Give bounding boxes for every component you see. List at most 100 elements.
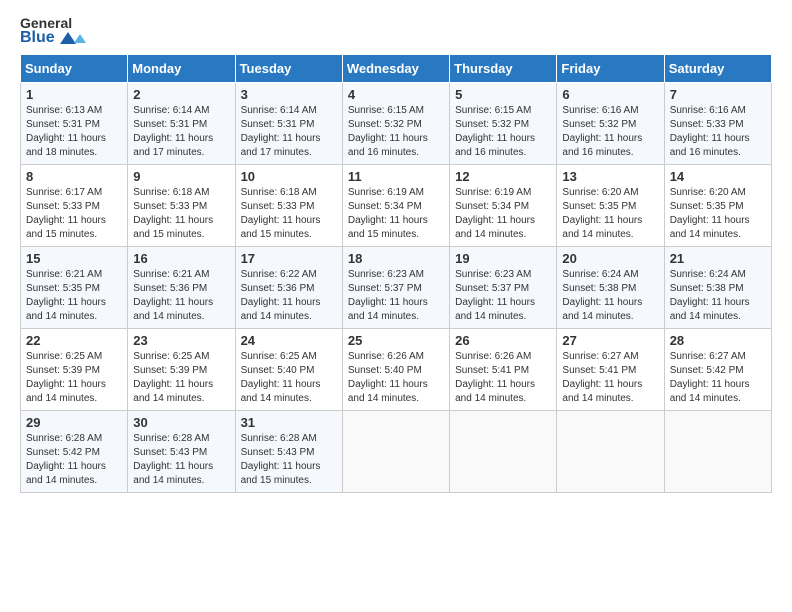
calendar-cell bbox=[664, 411, 771, 493]
calendar-cell: 4Sunrise: 6:15 AMSunset: 5:32 PMDaylight… bbox=[342, 83, 449, 165]
calendar-cell: 12 Sunrise: 6:19 AMSunset: 5:34 PMDayligh… bbox=[450, 165, 557, 247]
calendar-day-header: Wednesday bbox=[342, 55, 449, 83]
day-number: 7 bbox=[670, 87, 766, 102]
calendar-cell: 29 Sunrise: 6:28 AMSunset: 5:42 PMDayligh… bbox=[21, 411, 128, 493]
calendar-cell bbox=[557, 411, 664, 493]
day-info: Sunrise: 6:23 AMSunset: 5:37 PMDaylight:… bbox=[455, 268, 551, 324]
day-info: Sunrise: 6:28 AMSunset: 5:43 PMDaylight:… bbox=[133, 432, 229, 488]
calendar-cell: 26 Sunrise: 6:26 AMSunset: 5:41 PMDayligh… bbox=[450, 329, 557, 411]
day-number: 13 bbox=[562, 169, 658, 184]
calendar-week-row: 29 Sunrise: 6:28 AMSunset: 5:42 PMDayligh… bbox=[21, 411, 772, 493]
day-number: 26 bbox=[455, 333, 551, 348]
day-number: 22 bbox=[26, 333, 122, 348]
logo: General Blue bbox=[20, 16, 86, 46]
calendar-cell: 20Sunrise: 6:24 AMSunset: 5:38 PMDayligh… bbox=[557, 247, 664, 329]
calendar-header-row: SundayMondayTuesdayWednesdayThursdayFrid… bbox=[21, 55, 772, 83]
calendar-day-header: Tuesday bbox=[235, 55, 342, 83]
calendar-body: 1Sunrise: 6:13 AMSunset: 5:31 PMDaylight… bbox=[21, 83, 772, 493]
page-header: General Blue bbox=[20, 16, 772, 46]
calendar-cell bbox=[450, 411, 557, 493]
day-info: Sunrise: 6:28 AMSunset: 5:42 PMDaylight:… bbox=[26, 432, 122, 488]
day-info: Sunrise: 6:22 AMSunset: 5:36 PMDaylight:… bbox=[241, 268, 337, 324]
day-number: 17 bbox=[241, 251, 337, 266]
day-number: 27 bbox=[562, 333, 658, 348]
day-number: 5 bbox=[455, 87, 551, 102]
calendar-week-row: 22Sunrise: 6:25 AMSunset: 5:39 PMDayligh… bbox=[21, 329, 772, 411]
day-info: Sunrise: 6:20 AMSunset: 5:35 PMDaylight:… bbox=[670, 186, 766, 242]
day-number: 14 bbox=[670, 169, 766, 184]
day-number: 8 bbox=[26, 169, 122, 184]
calendar-cell: 31Sunrise: 6:28 AMSunset: 5:43 PMDayligh… bbox=[235, 411, 342, 493]
calendar-cell: 1Sunrise: 6:13 AMSunset: 5:31 PMDaylight… bbox=[21, 83, 128, 165]
calendar-cell: 19 Sunrise: 6:23 AMSunset: 5:37 PMDayligh… bbox=[450, 247, 557, 329]
day-number: 24 bbox=[241, 333, 337, 348]
calendar-cell: 30 Sunrise: 6:28 AMSunset: 5:43 PMDayligh… bbox=[128, 411, 235, 493]
logo-general: General bbox=[20, 16, 86, 30]
day-info: Sunrise: 6:26 AMSunset: 5:41 PMDaylight:… bbox=[455, 350, 551, 406]
day-info: Sunrise: 6:19 AMSunset: 5:34 PMDaylight:… bbox=[348, 186, 444, 242]
calendar-day-header: Monday bbox=[128, 55, 235, 83]
day-info: Sunrise: 6:13 AMSunset: 5:31 PMDaylight:… bbox=[26, 104, 122, 160]
calendar-cell: 24Sunrise: 6:25 AMSunset: 5:40 PMDayligh… bbox=[235, 329, 342, 411]
calendar-cell: 9Sunrise: 6:18 AMSunset: 5:33 PMDaylight… bbox=[128, 165, 235, 247]
calendar-cell: 16Sunrise: 6:21 AMSunset: 5:36 PMDayligh… bbox=[128, 247, 235, 329]
day-number: 11 bbox=[348, 169, 444, 184]
day-number: 23 bbox=[133, 333, 229, 348]
calendar-table: SundayMondayTuesdayWednesdayThursdayFrid… bbox=[20, 54, 772, 493]
day-info: Sunrise: 6:14 AMSunset: 5:31 PMDaylight:… bbox=[133, 104, 229, 160]
day-info: Sunrise: 6:18 AMSunset: 5:33 PMDaylight:… bbox=[241, 186, 337, 242]
calendar-cell: 5 Sunrise: 6:15 AMSunset: 5:32 PMDaylight… bbox=[450, 83, 557, 165]
day-number: 29 bbox=[26, 415, 122, 430]
day-number: 4 bbox=[348, 87, 444, 102]
day-number: 25 bbox=[348, 333, 444, 348]
day-info: Sunrise: 6:27 AMSunset: 5:42 PMDaylight:… bbox=[670, 350, 766, 406]
calendar-cell: 7 Sunrise: 6:16 AMSunset: 5:33 PMDaylight… bbox=[664, 83, 771, 165]
calendar-cell: 13 Sunrise: 6:20 AMSunset: 5:35 PMDayligh… bbox=[557, 165, 664, 247]
logo-triangle-light bbox=[74, 34, 86, 43]
day-info: Sunrise: 6:24 AMSunset: 5:38 PMDaylight:… bbox=[562, 268, 658, 324]
day-info: Sunrise: 6:26 AMSunset: 5:40 PMDaylight:… bbox=[348, 350, 444, 406]
calendar-cell: 8 Sunrise: 6:17 AMSunset: 5:33 PMDaylight… bbox=[21, 165, 128, 247]
day-info: Sunrise: 6:21 AMSunset: 5:35 PMDaylight:… bbox=[26, 268, 122, 324]
logo-blue: Blue bbox=[20, 30, 86, 46]
day-info: Sunrise: 6:15 AMSunset: 5:32 PMDaylight:… bbox=[455, 104, 551, 160]
calendar-cell: 10 Sunrise: 6:18 AMSunset: 5:33 PMDayligh… bbox=[235, 165, 342, 247]
calendar-day-header: Saturday bbox=[664, 55, 771, 83]
calendar-cell: 6 Sunrise: 6:16 AMSunset: 5:32 PMDaylight… bbox=[557, 83, 664, 165]
day-number: 10 bbox=[241, 169, 337, 184]
calendar-cell: 3 Sunrise: 6:14 AMSunset: 5:31 PMDaylight… bbox=[235, 83, 342, 165]
day-info: Sunrise: 6:19 AMSunset: 5:34 PMDaylight:… bbox=[455, 186, 551, 242]
day-number: 28 bbox=[670, 333, 766, 348]
day-number: 9 bbox=[133, 169, 229, 184]
day-number: 21 bbox=[670, 251, 766, 266]
calendar-week-row: 15 Sunrise: 6:21 AMSunset: 5:35 PMDayligh… bbox=[21, 247, 772, 329]
day-info: Sunrise: 6:17 AMSunset: 5:33 PMDaylight:… bbox=[26, 186, 122, 242]
day-number: 3 bbox=[241, 87, 337, 102]
day-info: Sunrise: 6:20 AMSunset: 5:35 PMDaylight:… bbox=[562, 186, 658, 242]
day-number: 15 bbox=[26, 251, 122, 266]
calendar-week-row: 8 Sunrise: 6:17 AMSunset: 5:33 PMDaylight… bbox=[21, 165, 772, 247]
day-number: 19 bbox=[455, 251, 551, 266]
calendar-cell: 27Sunrise: 6:27 AMSunset: 5:41 PMDayligh… bbox=[557, 329, 664, 411]
calendar-cell: 2 Sunrise: 6:14 AMSunset: 5:31 PMDaylight… bbox=[128, 83, 235, 165]
calendar-cell: 18 Sunrise: 6:23 AMSunset: 5:37 PMDayligh… bbox=[342, 247, 449, 329]
calendar-cell: 17 Sunrise: 6:22 AMSunset: 5:36 PMDayligh… bbox=[235, 247, 342, 329]
logo-text: General Blue bbox=[20, 16, 86, 46]
day-number: 2 bbox=[133, 87, 229, 102]
day-info: Sunrise: 6:16 AMSunset: 5:33 PMDaylight:… bbox=[670, 104, 766, 160]
day-number: 31 bbox=[241, 415, 337, 430]
day-info: Sunrise: 6:21 AMSunset: 5:36 PMDaylight:… bbox=[133, 268, 229, 324]
day-info: Sunrise: 6:16 AMSunset: 5:32 PMDaylight:… bbox=[562, 104, 658, 160]
calendar-cell: 23Sunrise: 6:25 AMSunset: 5:39 PMDayligh… bbox=[128, 329, 235, 411]
day-number: 6 bbox=[562, 87, 658, 102]
calendar-day-header: Friday bbox=[557, 55, 664, 83]
calendar-day-header: Sunday bbox=[21, 55, 128, 83]
day-info: Sunrise: 6:23 AMSunset: 5:37 PMDaylight:… bbox=[348, 268, 444, 324]
calendar-cell: 15 Sunrise: 6:21 AMSunset: 5:35 PMDayligh… bbox=[21, 247, 128, 329]
day-info: Sunrise: 6:14 AMSunset: 5:31 PMDaylight:… bbox=[241, 104, 337, 160]
calendar-cell: 14 Sunrise: 6:20 AMSunset: 5:35 PMDayligh… bbox=[664, 165, 771, 247]
day-number: 30 bbox=[133, 415, 229, 430]
day-number: 12 bbox=[455, 169, 551, 184]
calendar-cell: 11 Sunrise: 6:19 AMSunset: 5:34 PMDayligh… bbox=[342, 165, 449, 247]
day-number: 18 bbox=[348, 251, 444, 266]
